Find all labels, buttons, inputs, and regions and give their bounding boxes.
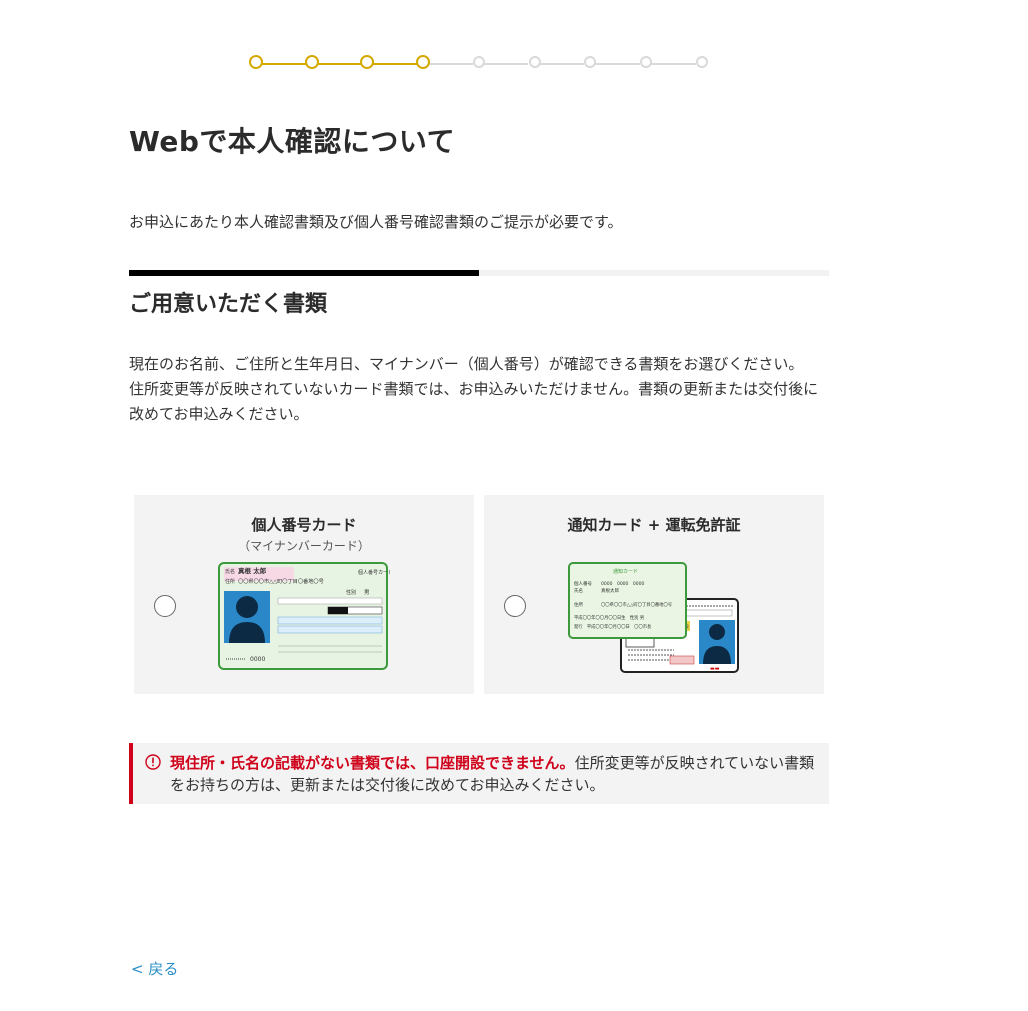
card-address-label: 住所 [225,578,235,585]
alert-icon [145,754,161,770]
radio-my-number-card[interactable] [154,595,176,617]
svg-text:▬▬: ▬▬ [710,666,720,672]
section-divider [129,270,829,276]
back-link[interactable]: < 戻る [131,958,178,979]
stepper-connector [534,63,585,65]
option-my-number-card[interactable]: 個人番号カード （マイナンバーカード） 氏名 真根 太郎 住所 〇〇県〇〇市△△… [134,495,474,694]
stepper-connector [367,63,418,65]
option-label: 個人番号カード [251,516,357,534]
section-title: ご用意いただく書類 [129,292,328,317]
card-sex-value: 男 [364,589,370,596]
option-notice-card-license[interactable]: 通知カード + 運転免許証 優良 ▬▬ 通知カード [484,495,824,694]
stepper-step [472,56,485,68]
option-label: 通知カード + 運転免許証 [567,516,741,534]
notice-number-value: 0000 0000 0000 [601,581,644,587]
stepper-step [416,55,431,69]
card-name-label: 氏名 [225,568,235,575]
stepper-step [695,56,708,68]
notice-issue: 発行 平成〇〇年〇月〇〇日 〇〇市長 [574,623,652,630]
stepper-connector [645,63,696,65]
page: Webで本人確認について お申込にあたり本人確認書類及び個人番号確認書類のご提示… [0,0,1028,1011]
alert-strong-text: 現住所・氏名の記載がない書類では、口座開設できません。 [170,754,575,772]
document-options: 個人番号カード （マイナンバーカード） 氏名 真根 太郎 住所 〇〇県〇〇市△△… [134,495,824,694]
card-sex-label: 性別 [346,589,356,596]
card-type-label: 個人番号カード [358,569,390,576]
radio-notice-card-license[interactable] [504,595,526,617]
description-line-2: 住所変更等が反映されていないカード書類では、お申込みいただけません。書類の更新ま… [129,380,819,423]
notice-birth: 平成〇〇年〇〇月〇〇日生 性別 男 [574,614,644,621]
notice-name-value: 真根太郎 [601,587,619,594]
stepper-step [528,56,541,68]
stepper-step [360,55,375,69]
page-title: Webで本人確認について [129,125,456,158]
notice-name-label: 氏名 [574,587,583,594]
progress-stepper [249,55,710,72]
card-name-value: 真根 太郎 [238,566,267,575]
notice-card-license-image: 優良 ▬▬ 通知カード 個人番号 0000 0000 0000 氏名 真根太郎 … [568,562,739,673]
notice-number-label: 個人番号 [574,580,592,587]
section-description: 現在のお名前、ご住所と生年月日、マイナンバー（個人番号）が確認できる書類をお選び… [129,352,829,427]
stepper-connector [423,63,473,65]
description-line-1: 現在のお名前、ご住所と生年月日、マイナンバー（個人番号）が確認できる書類をお選び… [129,355,804,373]
stepper-connector [590,63,640,65]
lead-text: お申込にあたり本人確認書類及び個人番号確認書類のご提示が必要です。 [129,213,623,231]
stepper-connector [256,63,306,65]
option-sublabel: （マイナンバーカード） [238,539,370,553]
card-number: 0000 [250,656,265,663]
my-number-card-image: 氏名 真根 太郎 住所 〇〇県〇〇市△△町〇丁目〇番地〇号 個人番号カード 性別… [218,562,390,670]
notice-address-label: 住所 [574,601,583,608]
card-address-value: 〇〇県〇〇市△△町〇丁目〇番地〇号 [238,577,324,585]
notice-card-title: 通知カード [613,568,638,575]
notice-address-value: 〇〇県〇〇市△△町〇丁目〇番地〇号 [601,601,672,608]
stepper-step [584,56,597,68]
stepper-step [249,55,263,69]
warning-alert: 現住所・氏名の記載がない書類では、口座開設できません。住所変更等が反映されていな… [129,743,829,804]
stepper-step [639,56,652,68]
alert-text: 現住所・氏名の記載がない書類では、口座開設できません。住所変更等が反映されていな… [170,752,820,796]
stepper-step [304,55,319,69]
stepper-connector [311,63,362,65]
stepper-connector [478,63,529,65]
